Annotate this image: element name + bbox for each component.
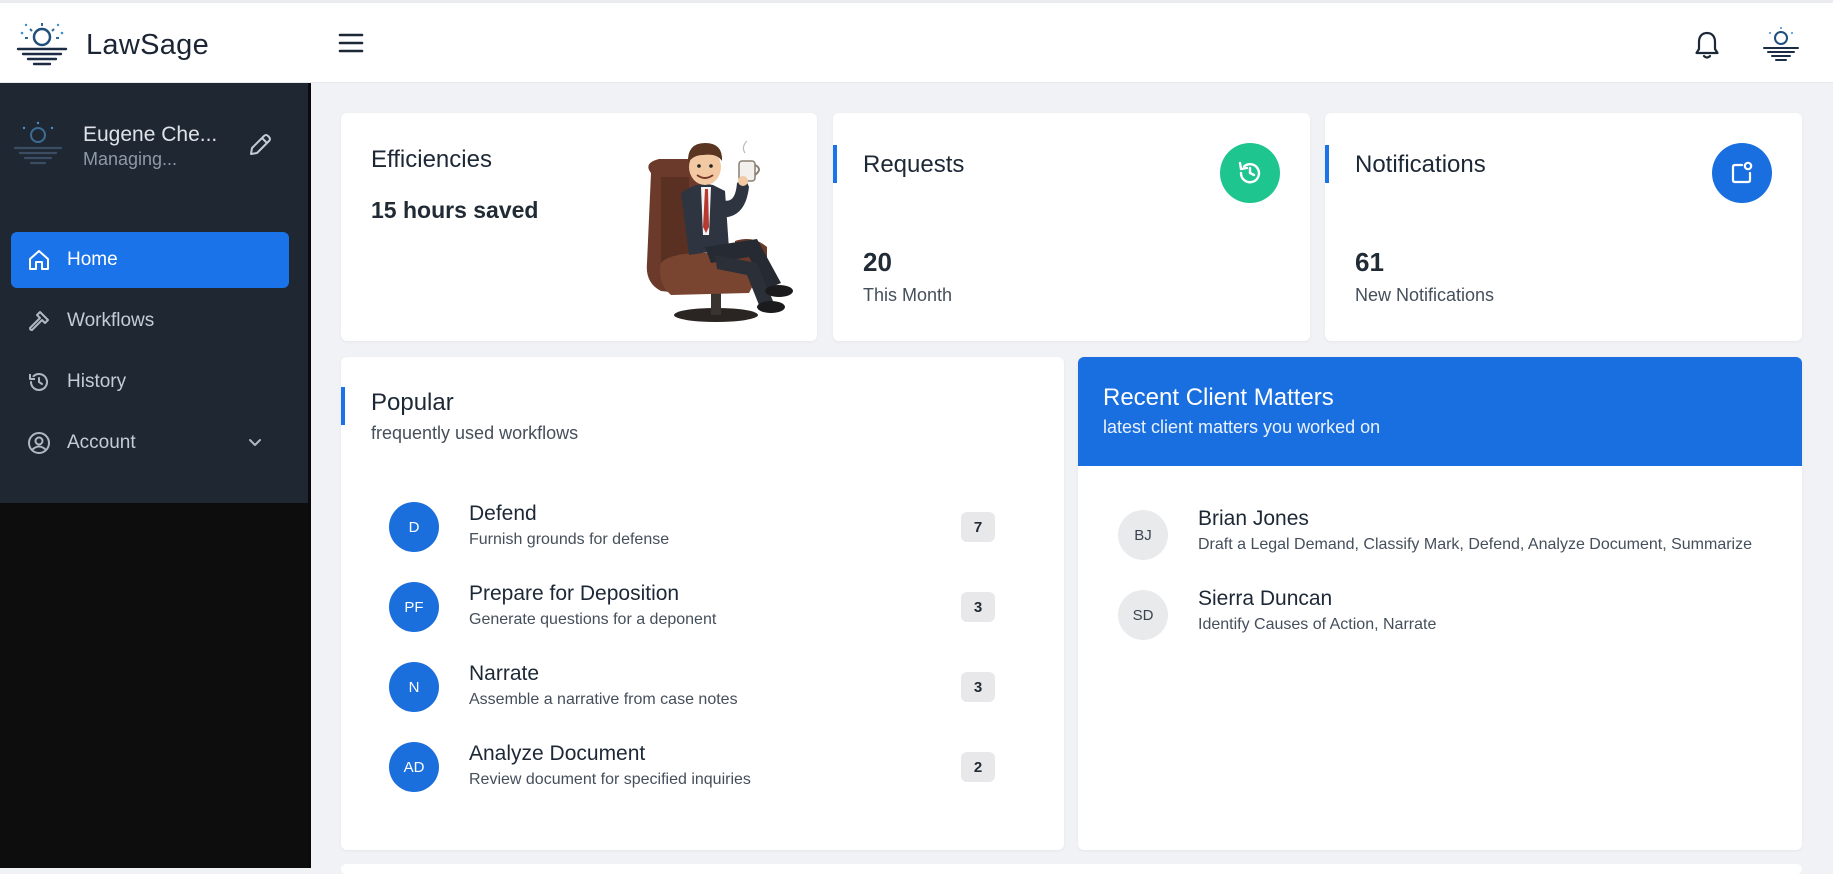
app-name: LawSage <box>86 28 210 61</box>
workflow-avatar: AD <box>389 742 439 792</box>
recent-client-matters-header: Recent Client Matters latest client matt… <box>1078 357 1802 466</box>
sidebar-item-label: Account <box>67 432 136 453</box>
client-avatar: SD <box>1118 590 1168 640</box>
card-accent-bar <box>833 145 837 183</box>
top-bar: LawSage <box>0 0 1833 83</box>
workflow-avatar: D <box>389 502 439 552</box>
card-accent-bar <box>1325 145 1329 183</box>
card-accent-bar <box>341 387 345 425</box>
requests-card: Requests 20 This Month <box>833 113 1310 341</box>
workflow-description: Furnish grounds for defense <box>469 531 670 548</box>
notifications-count: 61 <box>1355 247 1384 277</box>
requests-subtitle: This Month <box>863 285 953 305</box>
hamburger-menu-icon[interactable] <box>338 32 364 54</box>
list-item[interactable]: N Narrate Assemble a narrative from case… <box>389 662 1009 742</box>
workflow-name: Analyze Document <box>469 742 646 765</box>
list-item[interactable]: BJ Brian Jones Draft a Legal Demand, Cla… <box>1118 507 1778 590</box>
businessman-illustration <box>646 140 793 322</box>
sidebar-divider <box>308 83 311 868</box>
requests-icon-button[interactable] <box>1220 143 1280 203</box>
client-name: Sierra Duncan <box>1198 587 1333 610</box>
sidebar-item-workflows[interactable]: Workflows <box>11 293 289 349</box>
list-item[interactable]: D Defend Furnish grounds for defense 7 <box>389 502 1009 582</box>
recent-client-matters-title: Recent Client Matters <box>1103 384 1334 411</box>
workflow-avatar: PF <box>389 582 439 632</box>
workflow-count-badge: 2 <box>961 752 995 782</box>
client-avatar: BJ <box>1118 510 1168 560</box>
workflow-name: Prepare for Deposition <box>469 582 680 605</box>
user-name: Eugene Che... <box>83 123 218 146</box>
lawsage-logo-icon <box>16 23 68 66</box>
efficiencies-title: Efficiencies <box>371 146 492 173</box>
home-icon <box>29 250 49 270</box>
workflow-count-badge: 3 <box>961 592 995 622</box>
list-item[interactable]: PF Prepare for Deposition Generate quest… <box>389 582 1009 662</box>
user-profile: Eugene Che... Managing... <box>12 117 302 177</box>
efficiencies-value: 15 hours saved <box>371 197 539 223</box>
popular-title: Popular <box>371 389 454 416</box>
client-matter-workflows: Identify Causes of Action, Narrate <box>1198 616 1437 633</box>
user-role: Managing... <box>83 149 178 169</box>
efficiencies-card: Efficiencies 15 hours saved <box>341 113 817 341</box>
workflow-count-badge: 3 <box>961 672 995 702</box>
workflow-name: Defend <box>469 502 537 525</box>
sidebar-item-account[interactable]: Account <box>11 415 289 471</box>
workflow-count-badge: 7 <box>961 512 995 542</box>
recent-client-matters-card: Recent Client Matters latest client matt… <box>1078 357 1802 850</box>
next-card-edge <box>341 864 1802 874</box>
popular-card: Popular frequently used workflows D Defe… <box>341 357 1064 850</box>
workflow-description: Generate questions for a deponent <box>469 611 717 628</box>
workflow-description: Review document for specified inquiries <box>469 771 751 788</box>
sidebar-item-history[interactable]: History <box>11 354 289 410</box>
chevron-down-icon[interactable] <box>247 435 263 451</box>
sidebar-item-home[interactable]: Home <box>11 232 289 288</box>
client-matter-workflows: Draft a Legal Demand, Classify Mark, Def… <box>1198 536 1753 553</box>
recent-client-matters-subtitle: latest client matters you worked on <box>1103 417 1381 437</box>
client-name: Brian Jones <box>1198 507 1309 530</box>
sidebar-nav: Home Workflows History Account <box>11 232 289 476</box>
notifications-subtitle: New Notifications <box>1355 285 1495 305</box>
workflow-description: Assemble a narrative from case notes <box>469 691 738 708</box>
popular-workflow-list: D Defend Furnish grounds for defense 7 P… <box>389 502 1009 822</box>
edit-profile-icon[interactable] <box>246 131 274 159</box>
notifications-title: Notifications <box>1355 151 1486 178</box>
list-item[interactable]: SD Sierra Duncan Identify Causes of Acti… <box>1118 587 1778 670</box>
sidebar: Eugene Che... Managing... Home Workflows <box>0 83 308 503</box>
sidebar-empty-area <box>0 503 308 868</box>
sidebar-item-label: Home <box>67 249 118 270</box>
user-avatar-icon <box>13 121 63 165</box>
hammer-icon <box>29 311 49 331</box>
refresh-history-icon <box>1238 161 1261 184</box>
profile-avatar-icon[interactable] <box>1761 25 1801 65</box>
workflow-avatar: N <box>389 662 439 712</box>
workflow-name: Narrate <box>469 662 540 685</box>
notifications-card: Notifications 61 New Notifications <box>1325 113 1802 341</box>
list-item[interactable]: AD Analyze Document Review document for … <box>389 742 1009 822</box>
user-circle-icon <box>28 432 50 454</box>
client-matter-list: BJ Brian Jones Draft a Legal Demand, Cla… <box>1118 507 1778 670</box>
requests-title: Requests <box>863 151 965 178</box>
bell-icon[interactable] <box>1694 30 1720 60</box>
sidebar-item-label: Workflows <box>67 310 155 331</box>
requests-count: 20 <box>863 247 892 277</box>
popular-subtitle: frequently used workflows <box>371 423 579 443</box>
brand[interactable]: LawSage <box>14 21 209 69</box>
notification-box-icon <box>1731 161 1753 184</box>
sidebar-item-label: History <box>67 371 127 392</box>
notifications-icon-button[interactable] <box>1712 143 1772 203</box>
history-icon <box>29 373 48 391</box>
